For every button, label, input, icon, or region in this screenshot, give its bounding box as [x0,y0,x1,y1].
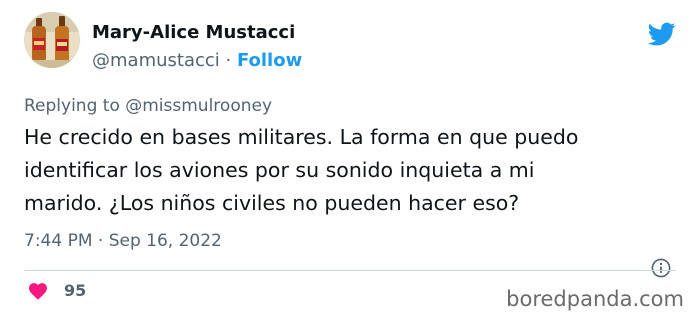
twitter-bird-icon[interactable] [646,20,678,48]
watermark: boredpanda.com [506,287,684,311]
follow-button[interactable]: Follow [237,50,302,71]
avatar-image [24,12,80,68]
like-count: 95 [64,281,87,300]
author-handle[interactable]: @mamustacci [92,50,220,71]
tweet-timestamp[interactable]: 7:44 PM · Sep 16, 2022 [24,231,222,251]
author-avatar[interactable] [24,12,80,68]
tweet-text-line: marido. ¿Los niños civiles no pueden hac… [24,191,520,215]
tweet-text-line: He crecido en bases militares. La forma … [24,125,579,149]
tweet-text-line: identificar los aviones por su sonido in… [24,158,535,182]
heart-icon[interactable] [28,282,48,300]
replying-to-label: Replying to [24,96,126,116]
author-display-name[interactable]: Mary-Alice Mustacci [92,22,295,43]
author-handle-row: @mamustacci · Follow [92,50,302,71]
tweet-card: Mary-Alice Mustacci @mamustacci · Follow… [0,0,700,319]
replying-to-mention[interactable]: @missmulrooney [125,96,272,116]
divider [24,270,676,271]
handle-separator: · [219,50,237,71]
replying-to: Replying to @missmulrooney [24,96,272,116]
tweet-text: He crecido en bases militares. La forma … [24,121,664,220]
info-icon[interactable] [651,258,671,278]
